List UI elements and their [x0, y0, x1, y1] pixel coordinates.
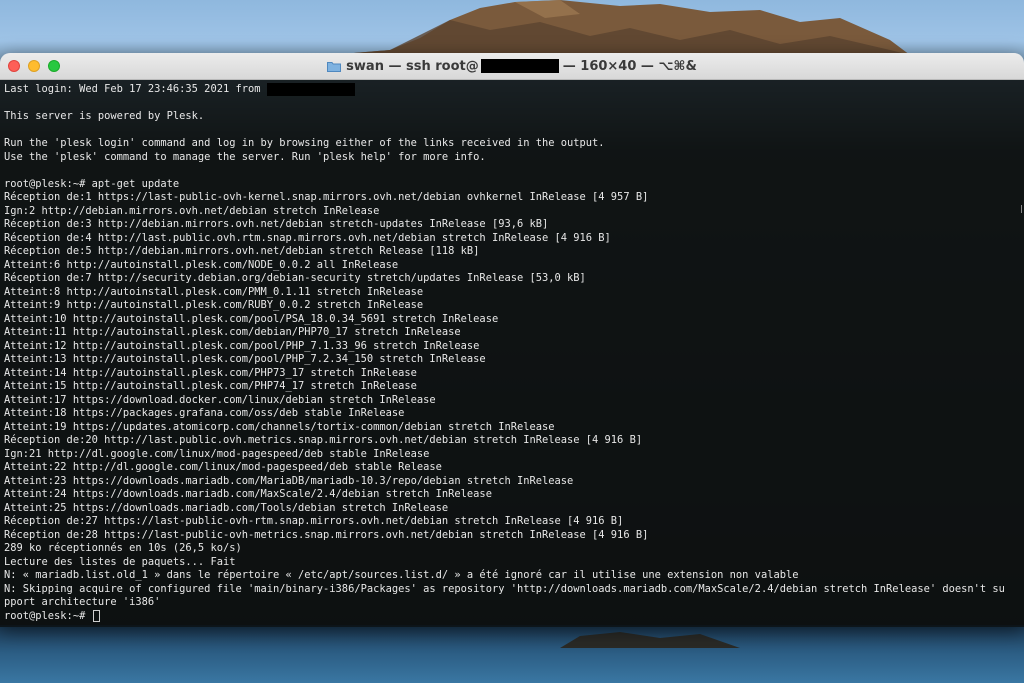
terminal-line: Atteint:13 http://autoinstall.plesk.com/… — [4, 353, 486, 365]
terminal-line: Réception de:28 https://last-public-ovh-… — [4, 528, 649, 541]
terminal-line: Run the 'plesk login' command and log in… — [4, 137, 605, 149]
window-titlebar[interactable]: swan — ssh root@ — 160×40 — ⌥⌘& — [0, 53, 1024, 80]
terminal-line: Atteint:14 http://autoinstall.plesk.com/… — [4, 366, 417, 379]
terminal-prompt-line[interactable]: root@plesk:~# — [4, 609, 1020, 624]
terminal-line: Atteint:8 http://autoinstall.plesk.com/P… — [4, 285, 424, 298]
login-text: Last login: Wed Feb 17 23:46:35 2021 fro… — [4, 83, 267, 95]
wallpaper-sea — [0, 625, 1024, 683]
terminal-line: Réception de:27 https://last-public-ovh-… — [4, 515, 624, 527]
terminal-line: Last login: Wed Feb 17 23:46:35 2021 fro… — [4, 83, 1020, 97]
terminal-line: Atteint:12 http://autoinstall.plesk.com/… — [4, 339, 480, 352]
terminal-line: Atteint:24 https://downloads.mariadb.com… — [4, 488, 492, 500]
terminal-line: Atteint:17 https://download.docker.com/l… — [4, 393, 436, 406]
terminal-line: Atteint:19 https://updates.atomicorp.com… — [4, 420, 555, 433]
scroll-indicator[interactable] — [1021, 205, 1022, 213]
terminal-line: Atteint:18 https://packages.grafana.com/… — [4, 407, 405, 419]
terminal-output[interactable]: Last login: Wed Feb 17 23:46:35 2021 fro… — [0, 80, 1024, 627]
terminal-line: Réception de:5 http://debian.mirrors.ovh… — [4, 245, 480, 257]
terminal-line: Réception de:7 http://security.debian.or… — [4, 272, 586, 284]
folder-icon — [327, 61, 342, 72]
terminal-line: Réception de:3 http://debian.mirrors.ovh… — [4, 218, 549, 230]
terminal-line: Lecture des listes de paquets... Fait — [4, 555, 236, 568]
terminal-line: Atteint:22 http://dl.google.com/linux/mo… — [4, 461, 442, 473]
terminal-cursor — [92, 609, 100, 622]
wallpaper-island — [330, 0, 910, 55]
window-title-prefix: swan — ssh root@ — [346, 58, 479, 74]
terminal-line: This server is powered by Plesk. — [4, 110, 205, 122]
terminal-line: N: Skipping acquire of configured file '… — [4, 582, 1005, 595]
terminal-line: Atteint:11 http://autoinstall.plesk.com/… — [4, 326, 461, 338]
desktop-wallpaper: swan — ssh root@ — 160×40 — ⌥⌘& Last log… — [0, 0, 1024, 683]
terminal-line: root@plesk:~# apt-get update — [4, 177, 180, 190]
terminal-window: swan — ssh root@ — 160×40 — ⌥⌘& Last log… — [0, 53, 1024, 627]
terminal-line: pport architecture 'i386' — [4, 596, 161, 608]
terminal-line: Atteint:10 http://autoinstall.plesk.com/… — [4, 312, 499, 325]
terminal-line: Ign:21 http://dl.google.com/linux/mod-pa… — [4, 447, 430, 460]
terminal-line: Réception de:1 https://last-public-ovh-k… — [4, 191, 649, 203]
terminal-line: N: « mariadb.list.old_1 » dans le répert… — [4, 569, 799, 581]
window-title: swan — ssh root@ — 160×40 — ⌥⌘& — [0, 53, 1024, 79]
redacted-hostname — [480, 59, 559, 73]
terminal-line: Réception de:4 http://last.public.ovh.rt… — [4, 231, 611, 244]
redacted-ip — [266, 83, 355, 96]
wallpaper-rock — [560, 632, 740, 648]
terminal-line: Use the 'plesk' command to manage the se… — [4, 150, 486, 163]
window-title-suffix: — 160×40 — ⌥⌘& — [562, 58, 697, 74]
terminal-line: Atteint:6 http://autoinstall.plesk.com/N… — [4, 258, 399, 271]
terminal-line: Ign:2 http://debian.mirrors.ovh.net/debi… — [4, 204, 380, 217]
terminal-line: Réception de:20 http://last.public.ovh.m… — [4, 434, 643, 446]
terminal-line: Atteint:25 https://downloads.mariadb.com… — [4, 501, 449, 514]
terminal-line: Atteint:15 http://autoinstall.plesk.com/… — [4, 380, 417, 392]
terminal-line: Atteint:9 http://autoinstall.plesk.com/R… — [4, 299, 424, 311]
terminal-line: 289 ko réceptionnés en 10s (26,5 ko/s) — [4, 542, 242, 554]
terminal-lines: This server is powered by Plesk. Run the … — [4, 97, 1020, 610]
terminal-line: Atteint:23 https://downloads.mariadb.com… — [4, 474, 574, 487]
shell-prompt: root@plesk:~# — [4, 609, 92, 622]
